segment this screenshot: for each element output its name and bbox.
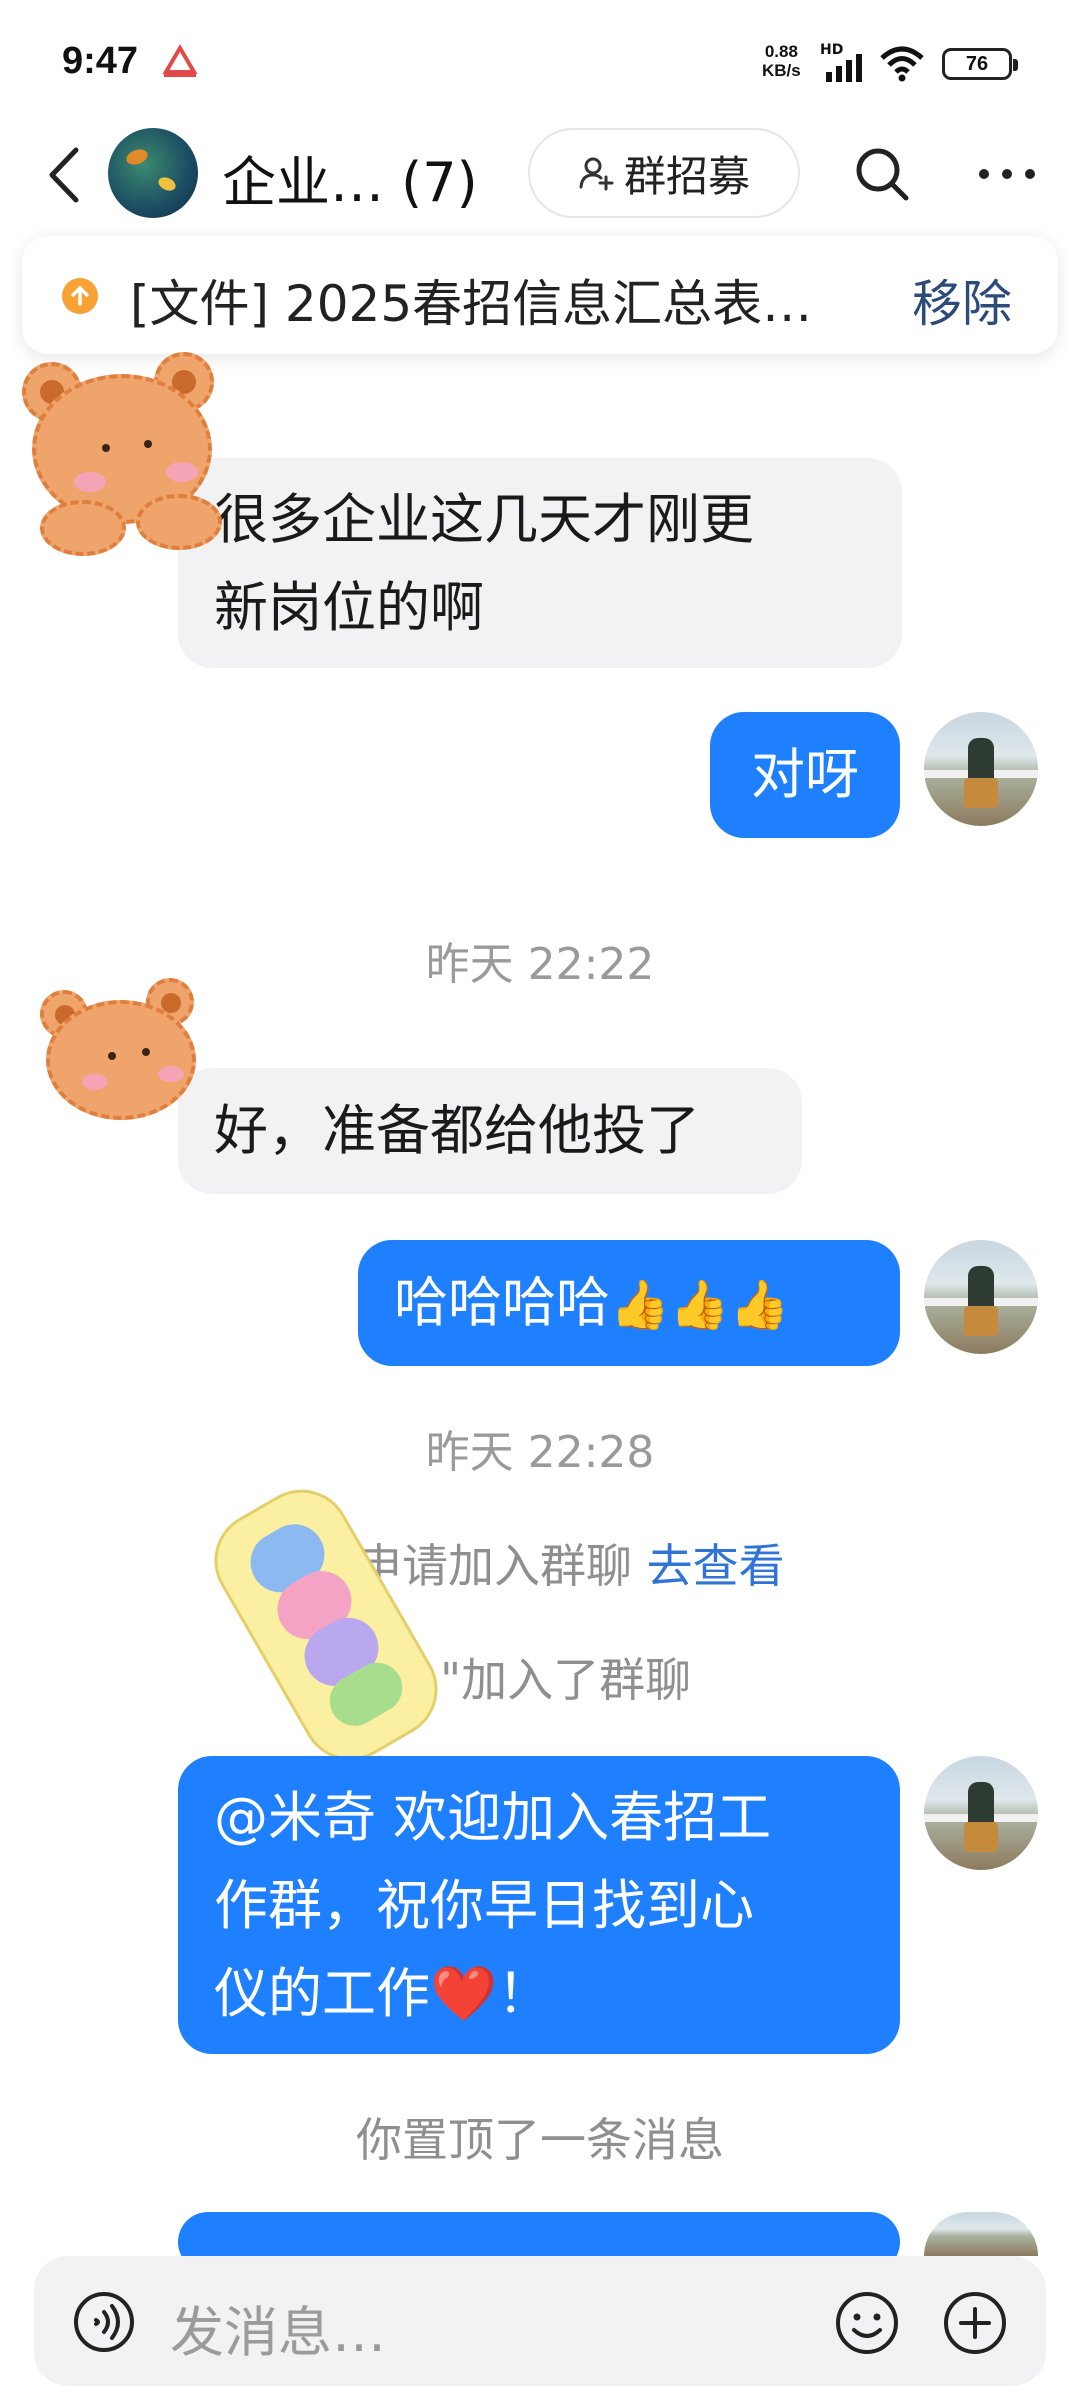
back-icon[interactable]: [40, 144, 90, 206]
message-text-line: 新岗位的啊: [214, 576, 484, 639]
message-bubble-sent[interactable]: 对呀: [710, 712, 900, 838]
bear-sticker-avatar[interactable]: [4, 344, 244, 564]
message-text-line: 作群，祝你早日找到心: [214, 1874, 754, 1937]
plus-icon[interactable]: [942, 2290, 1008, 2356]
status-bar: 9:47 0.88 KB/s HD 76: [0, 0, 1080, 120]
my-avatar[interactable]: [924, 1756, 1038, 1870]
my-avatar[interactable]: [924, 1240, 1038, 1354]
search-icon[interactable]: [852, 144, 912, 204]
add-person-icon: [579, 157, 614, 191]
emoji-icon[interactable]: [834, 2290, 900, 2356]
message-input[interactable]: 发消息…: [170, 2288, 386, 2367]
my-avatar[interactable]: [924, 712, 1038, 826]
message-text-line: 仪的工作❤️！: [214, 1962, 552, 2025]
message-bubble-sent[interactable]: @米奇 欢迎加入春招工 作群，祝你早日找到心 仪的工作❤️！: [178, 1756, 900, 2054]
pin-upload-icon: [62, 278, 98, 314]
message-text-line: @米奇 欢迎加入春招工: [214, 1786, 772, 1849]
member-joined-notice: "加入了群聊: [440, 1653, 692, 1707]
bear-sticker-avatar[interactable]: [26, 970, 216, 1140]
signal-icon: [826, 54, 862, 82]
view-request-link[interactable]: 去查看: [647, 1539, 785, 1593]
join-request-notice: 申请加入群聊 去查看: [356, 1539, 785, 1593]
message-text-line: 很多企业这几天才刚更: [214, 488, 754, 551]
group-title[interactable]: 企业… (7): [222, 138, 478, 217]
my-avatar-partial[interactable]: [924, 2212, 1038, 2256]
pinned-message-notice: 你置顶了一条消息: [356, 2113, 724, 2167]
status-time: 9:47: [62, 40, 139, 82]
cool-sticker: [177, 1467, 475, 1784]
message-text: 好，准备都给他投了: [214, 1099, 700, 1162]
pinned-remove-button[interactable]: 移除: [912, 264, 1012, 336]
thumbs-up-emoji: 👍👍👍: [610, 1277, 790, 1333]
app-notification-icon: [162, 44, 198, 77]
timestamp: 昨天 22:28: [425, 1427, 655, 1478]
chat-header: 企业… (7) 群招募: [0, 120, 1080, 230]
message-input-bar: 发消息…: [34, 2256, 1046, 2386]
message-bubble-sent[interactable]: 哈哈哈哈👍👍👍: [358, 1240, 900, 1366]
voice-input-icon[interactable]: [72, 2290, 136, 2354]
recruit-label: 群招募: [623, 151, 750, 201]
message-text: 哈哈哈哈: [394, 1271, 610, 1334]
pinned-file-text[interactable]: [文件] 2025春招信息汇总表…: [130, 264, 900, 336]
message-bubble-received[interactable]: 很多企业这几天才刚更 新岗位的啊: [178, 458, 902, 668]
message-text: 对呀: [751, 743, 859, 806]
wifi-icon: [880, 46, 924, 82]
group-recruit-button[interactable]: 群招募: [528, 128, 800, 218]
message-bubble-received[interactable]: 好，准备都给他投了: [178, 1068, 802, 1194]
battery-indicator: 76: [942, 48, 1018, 80]
pinned-message-banner[interactable]: [文件] 2025春招信息汇总表… 移除: [22, 236, 1058, 354]
network-speed: 0.88 KB/s: [762, 42, 801, 80]
group-avatar[interactable]: [108, 128, 198, 218]
more-icon[interactable]: [972, 144, 1042, 204]
